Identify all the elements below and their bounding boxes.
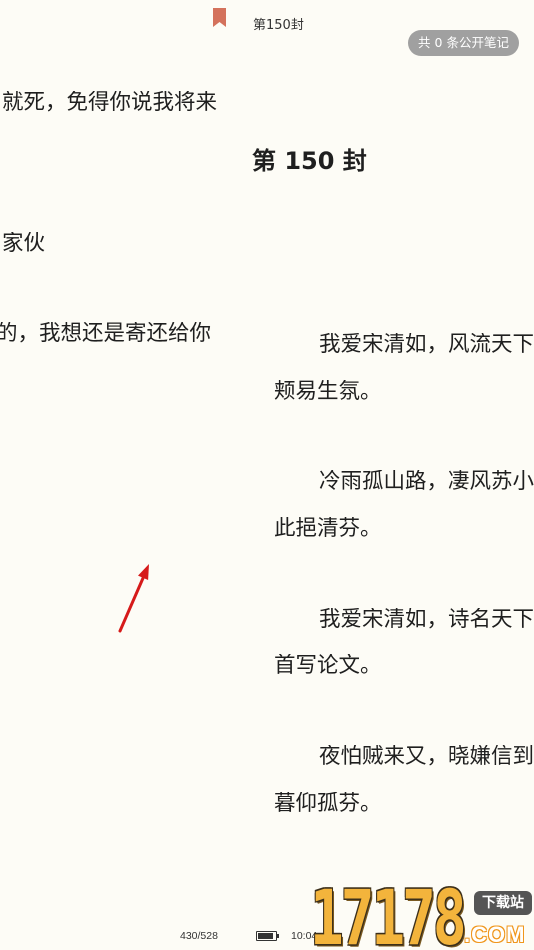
paragraph-line: 冷雨孤山路，凄风苏小	[319, 470, 534, 494]
paragraph-line: 我爱宋清如，诗名天下	[319, 608, 534, 632]
paragraph-line: 此挹清芬。	[274, 517, 382, 541]
battery-icon	[256, 931, 279, 941]
page-text-line: 家伙	[2, 232, 46, 256]
paragraph-line: 暮仰孤芬。	[274, 792, 382, 816]
watermark-badge: 下载站	[474, 891, 532, 915]
page-header-title: 第150封	[253, 18, 304, 33]
current-page[interactable]: 第150封 共 0 条公开笔记 第 150 封 我爱宋清如，风流天下 颊易生氛。…	[236, 0, 534, 880]
reader-screen: 就死，免得你说我将来 家伙 的，我想还是寄还给你 第150封 共 0 条公开笔记…	[0, 0, 534, 950]
previous-page[interactable]: 就死，免得你说我将来 家伙 的，我想还是寄还给你	[0, 0, 232, 880]
red-arrow-icon	[108, 555, 154, 635]
page-progress: 430/528	[180, 930, 218, 942]
battery-level-fill	[258, 933, 273, 939]
page-text-line: 的，我想还是寄还给你	[0, 322, 212, 346]
paragraph-line: 我爱宋清如，风流天下	[319, 333, 534, 357]
paragraph-line: 夜怕贼来又，晓嫌信到	[319, 745, 534, 769]
bookmark-icon[interactable]	[213, 8, 226, 27]
watermark-domain-suffix: .COM	[464, 922, 526, 947]
public-notes-button[interactable]: 共 0 条公开笔记	[408, 30, 519, 56]
chapter-title: 第 150 封	[252, 147, 367, 175]
page-text-line: 就死，免得你说我将来	[2, 91, 218, 115]
paragraph-line: 首写论文。	[274, 654, 382, 678]
site-watermark-logo: 17178 下载站 .COM	[310, 884, 534, 950]
watermark-digits: 17178	[310, 884, 467, 950]
paragraph-line: 颊易生氛。	[274, 380, 382, 404]
